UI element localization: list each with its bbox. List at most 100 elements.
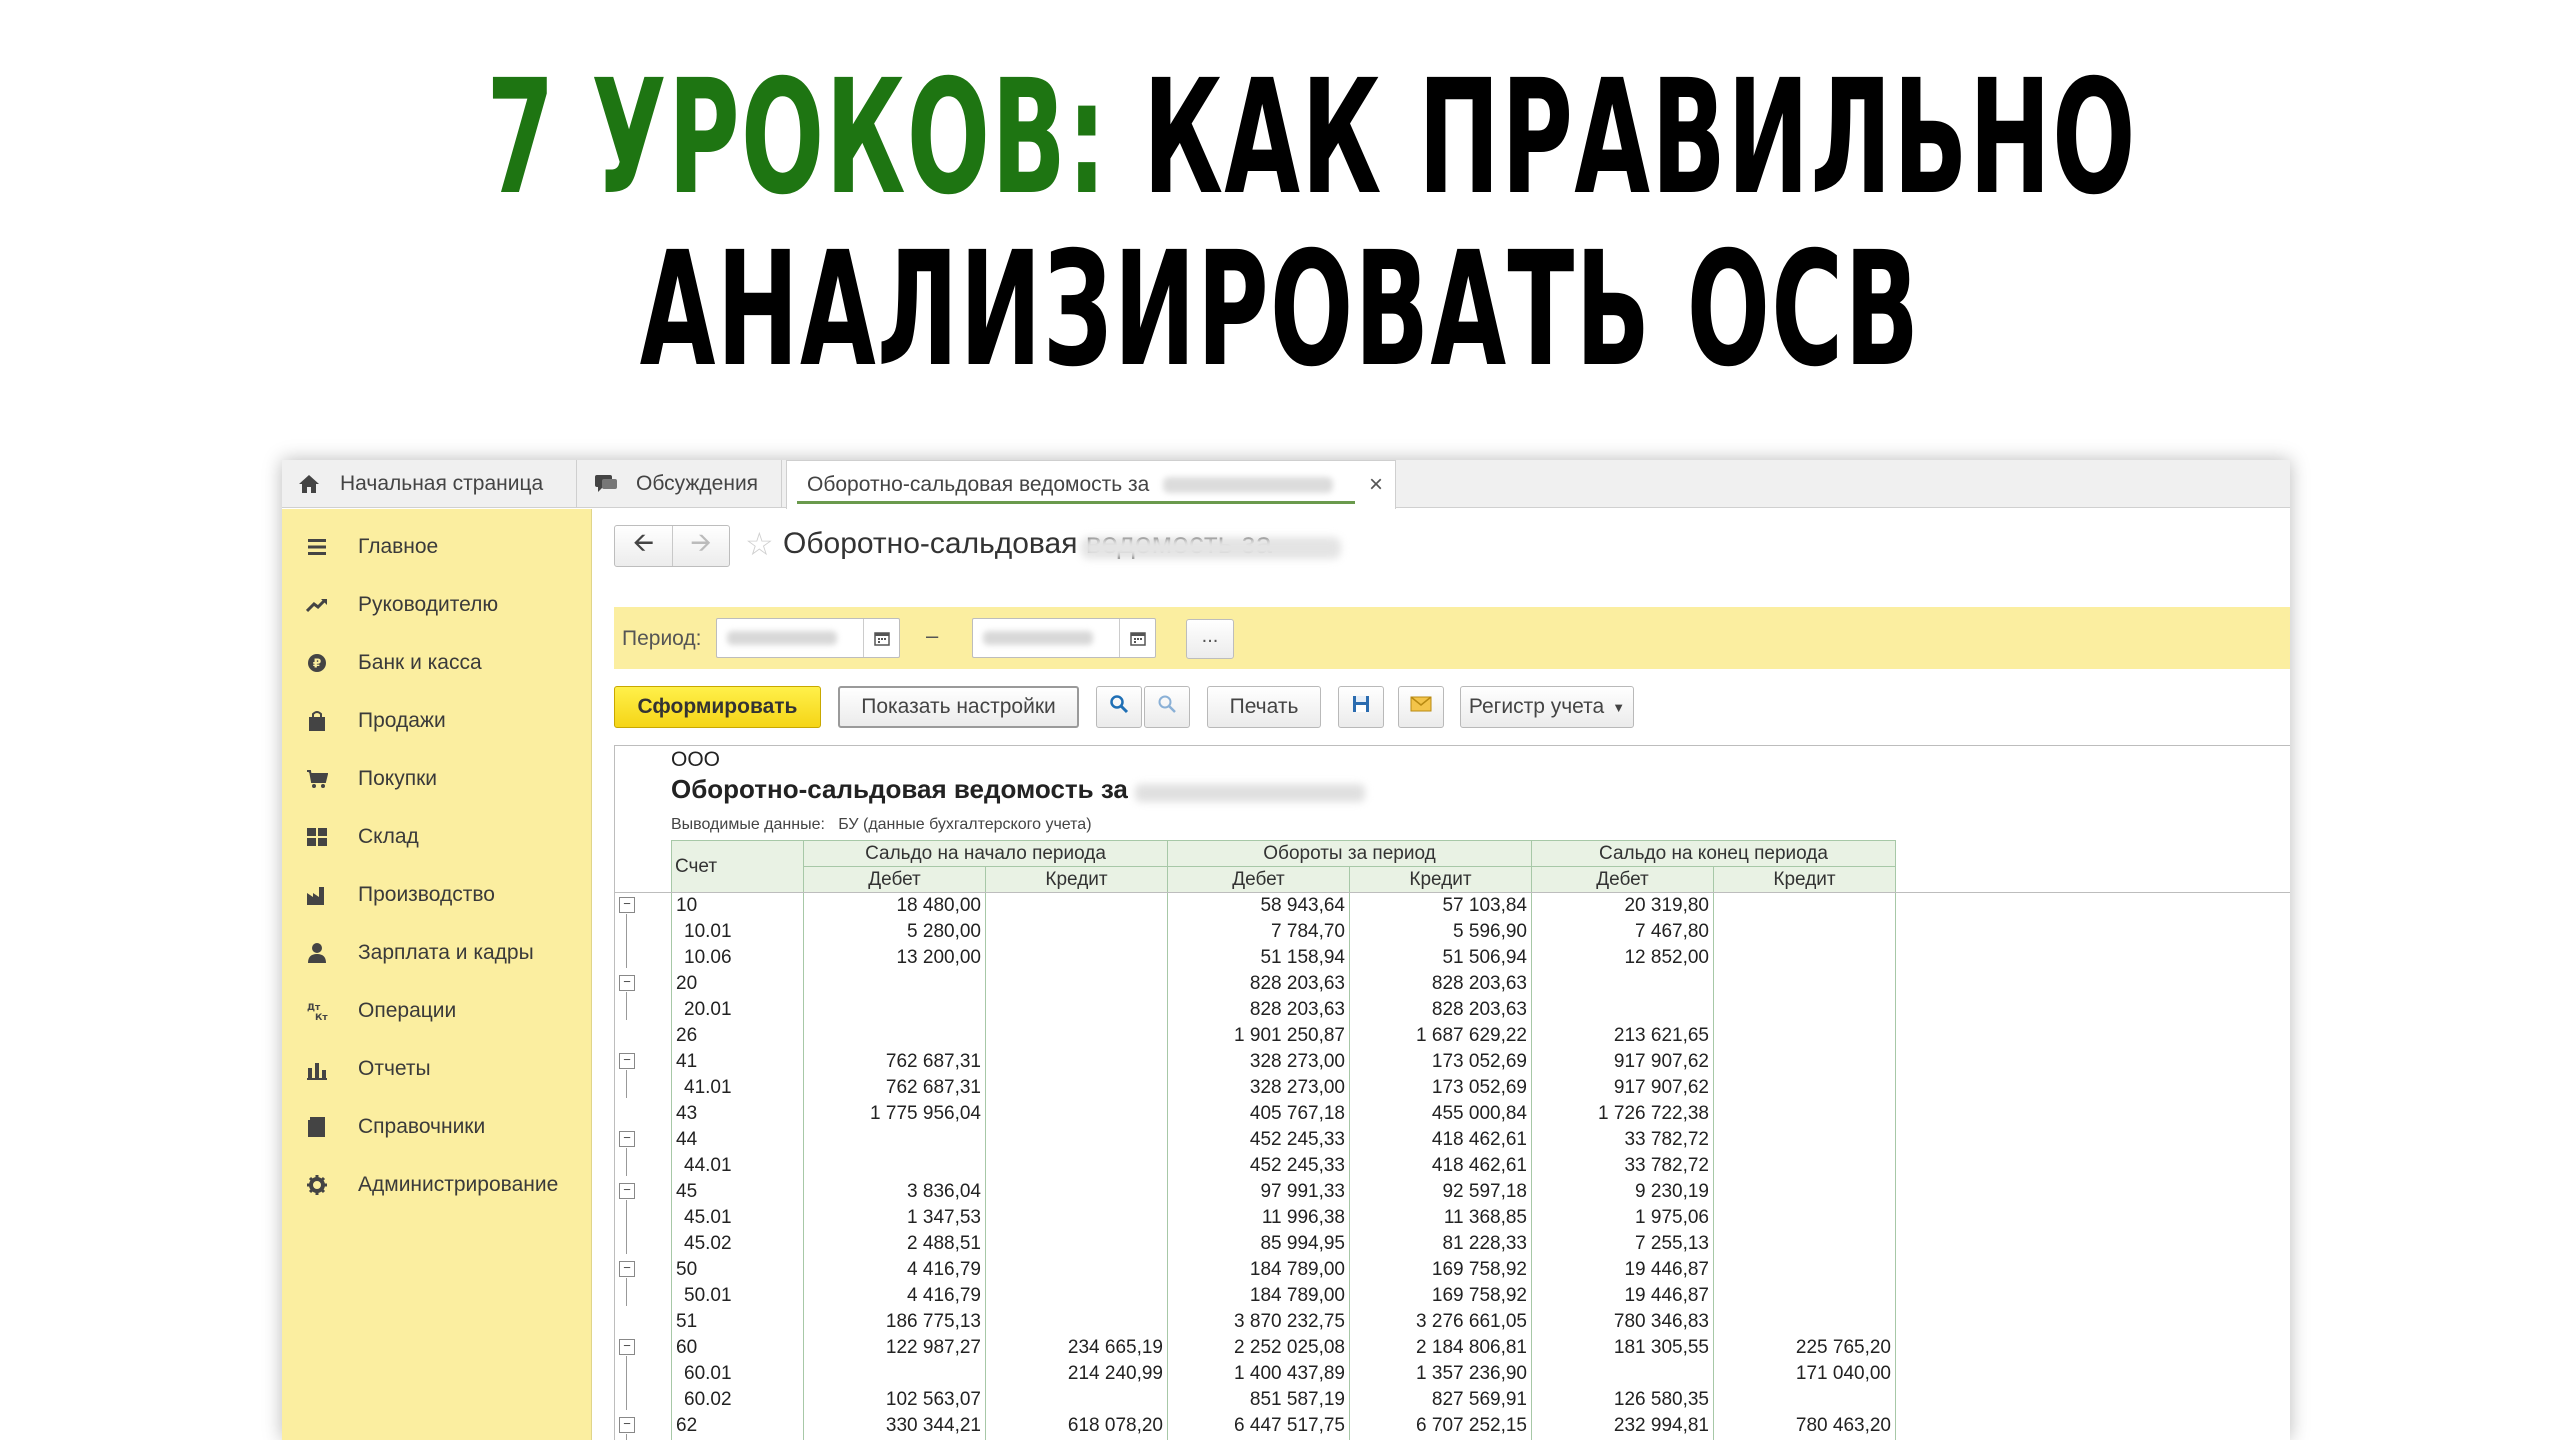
- amount-cell[interactable]: 328 273,00: [1167, 1048, 1350, 1075]
- amount-cell[interactable]: 214 240,99: [985, 1360, 1168, 1387]
- table-row[interactable]: 41.01 762 687,31 328 273,00 173 052,69 917 9…: [671, 1074, 1896, 1101]
- amount-cell[interactable]: 1 901 250,87: [1167, 1022, 1350, 1049]
- amount-cell[interactable]: 7 467,80: [1531, 918, 1714, 945]
- amount-cell[interactable]: 92 597,18: [1349, 1178, 1532, 1205]
- period-select-button[interactable]: ...: [1186, 619, 1234, 659]
- sidebar-item-warehouse[interactable]: Склад: [282, 815, 592, 859]
- save-button[interactable]: [1338, 686, 1384, 728]
- tab-report[interactable]: Оборотно-сальдовая ведомость за ×: [786, 460, 1396, 509]
- amount-cell[interactable]: [1713, 1178, 1896, 1205]
- amount-cell[interactable]: 5 280,00: [803, 918, 986, 945]
- amount-cell[interactable]: [985, 1152, 1168, 1179]
- amount-cell[interactable]: 780 463,20: [1713, 1412, 1896, 1439]
- amount-cell[interactable]: 184 789,00: [1167, 1282, 1350, 1309]
- account-cell[interactable]: 10.01: [671, 918, 804, 945]
- amount-cell[interactable]: 405 767,18: [1167, 1100, 1350, 1127]
- amount-cell[interactable]: [985, 1308, 1168, 1335]
- account-cell[interactable]: 10: [671, 892, 804, 919]
- account-cell[interactable]: 26: [671, 1022, 804, 1049]
- amount-cell[interactable]: 11 368,85: [1349, 1204, 1532, 1231]
- amount-cell[interactable]: 328 273,00: [1167, 1074, 1350, 1101]
- amount-cell[interactable]: 85 994,95: [1167, 1230, 1350, 1257]
- amount-cell[interactable]: 1 357 236,90: [1349, 1360, 1532, 1387]
- amount-cell[interactable]: 12 852,00: [1531, 944, 1714, 971]
- account-cell[interactable]: 20: [671, 970, 804, 997]
- amount-cell[interactable]: 418 462,61: [1349, 1152, 1532, 1179]
- amount-cell[interactable]: [1713, 1230, 1896, 1257]
- search-cancel-button[interactable]: [1144, 686, 1190, 728]
- amount-cell[interactable]: 780 346,83: [1531, 1308, 1714, 1335]
- account-cell[interactable]: 51: [671, 1308, 804, 1335]
- collapse-group-icon[interactable]: −: [619, 897, 635, 913]
- amount-cell[interactable]: [803, 1126, 986, 1153]
- amount-cell[interactable]: 184 789,00: [1167, 1256, 1350, 1283]
- table-row[interactable]: 45.01 1 347,53 11 996,38 11 368,85 1 975,06: [671, 1204, 1896, 1231]
- amount-cell[interactable]: 13 200,00: [803, 944, 986, 971]
- sidebar-item-sales[interactable]: Продажи: [282, 699, 592, 743]
- period-end-field[interactable]: [972, 618, 1156, 658]
- favorite-star-icon[interactable]: ☆: [745, 525, 774, 563]
- amount-cell[interactable]: 20 319,80: [1531, 892, 1714, 919]
- amount-cell[interactable]: [1713, 1100, 1896, 1127]
- amount-cell[interactable]: [1713, 1022, 1896, 1049]
- account-cell[interactable]: 10.06: [671, 944, 804, 971]
- amount-cell[interactable]: 33 782,72: [1531, 1152, 1714, 1179]
- account-cell[interactable]: 41: [671, 1048, 804, 1075]
- amount-cell[interactable]: 18 480,00: [803, 892, 986, 919]
- amount-cell[interactable]: [985, 1204, 1168, 1231]
- amount-cell[interactable]: 6 447 517,75: [1167, 1412, 1350, 1439]
- amount-cell[interactable]: 618 078,20: [985, 1412, 1168, 1439]
- amount-cell[interactable]: 5 596,90: [1349, 918, 1532, 945]
- table-row[interactable]: 10.06 13 200,00 51 158,94 51 506,94 12 852,0…: [671, 944, 1896, 971]
- table-row[interactable]: 10 18 480,00 58 943,64 57 103,84 20 319,80: [671, 892, 1896, 919]
- amount-cell[interactable]: 7 255,13: [1531, 1230, 1714, 1257]
- amount-cell[interactable]: [985, 1282, 1168, 1309]
- amount-cell[interactable]: 3 836,04: [803, 1178, 986, 1205]
- amount-cell[interactable]: [803, 970, 986, 997]
- tab-discussions[interactable]: Обсуждения: [578, 460, 782, 508]
- amount-cell[interactable]: 19 446,87: [1531, 1282, 1714, 1309]
- amount-cell[interactable]: [985, 944, 1168, 971]
- amount-cell[interactable]: 2 184 806,81: [1349, 1334, 1532, 1361]
- amount-cell[interactable]: [1713, 1152, 1896, 1179]
- table-row[interactable]: 45.02 2 488,51 85 994,95 81 228,33 7 255,13: [671, 1230, 1896, 1257]
- amount-cell[interactable]: 4 416,79: [803, 1256, 986, 1283]
- amount-cell[interactable]: [985, 1048, 1168, 1075]
- amount-cell[interactable]: [985, 1230, 1168, 1257]
- amount-cell[interactable]: [803, 1022, 986, 1049]
- amount-cell[interactable]: 917 907,62: [1531, 1048, 1714, 1075]
- account-cell[interactable]: 20.01: [671, 996, 804, 1023]
- amount-cell[interactable]: 57 103,84: [1349, 892, 1532, 919]
- collapse-group-icon[interactable]: −: [619, 975, 635, 991]
- forward-button[interactable]: 🡪: [671, 526, 729, 566]
- collapse-group-icon[interactable]: −: [619, 1417, 635, 1433]
- amount-cell[interactable]: 1 687 629,22: [1349, 1022, 1532, 1049]
- amount-cell[interactable]: 828 203,63: [1349, 970, 1532, 997]
- account-cell[interactable]: 45: [671, 1178, 804, 1205]
- amount-cell[interactable]: 452 245,33: [1167, 1152, 1350, 1179]
- table-row[interactable]: 44 452 245,33 418 462,61 33 782,72: [671, 1126, 1896, 1153]
- sidebar-item-directories[interactable]: Справочники: [282, 1105, 592, 1149]
- amount-cell[interactable]: [1531, 996, 1714, 1023]
- table-row[interactable]: 62 330 344,21 618 078,20 6 447 517,75 6 707 …: [671, 1412, 1896, 1439]
- amount-cell[interactable]: 232 994,81: [1531, 1412, 1714, 1439]
- sidebar-item-operations[interactable]: Дт Кт Операции: [282, 989, 592, 1033]
- show-settings-button[interactable]: Показать настройки: [838, 686, 1079, 728]
- amount-cell[interactable]: 7 784,70: [1167, 918, 1350, 945]
- amount-cell[interactable]: 3 870 232,75: [1167, 1308, 1350, 1335]
- table-row[interactable]: 41 762 687,31 328 273,00 173 052,69 917 907,…: [671, 1048, 1896, 1075]
- amount-cell[interactable]: 186 775,13: [803, 1308, 986, 1335]
- amount-cell[interactable]: 827 569,91: [1349, 1386, 1532, 1413]
- amount-cell[interactable]: 2 488,51: [803, 1230, 986, 1257]
- amount-cell[interactable]: [985, 1386, 1168, 1413]
- amount-cell[interactable]: 1 975,06: [1531, 1204, 1714, 1231]
- amount-cell[interactable]: 225 765,20: [1713, 1334, 1896, 1361]
- account-cell[interactable]: 50.01: [671, 1282, 804, 1309]
- tab-home[interactable]: Начальная страница: [282, 460, 577, 508]
- collapse-group-icon[interactable]: −: [619, 1261, 635, 1277]
- amount-cell[interactable]: [1713, 1074, 1896, 1101]
- close-icon[interactable]: ×: [1369, 471, 1383, 499]
- amount-cell[interactable]: [1713, 944, 1896, 971]
- collapse-group-icon[interactable]: −: [619, 1183, 635, 1199]
- amount-cell[interactable]: [1713, 1126, 1896, 1153]
